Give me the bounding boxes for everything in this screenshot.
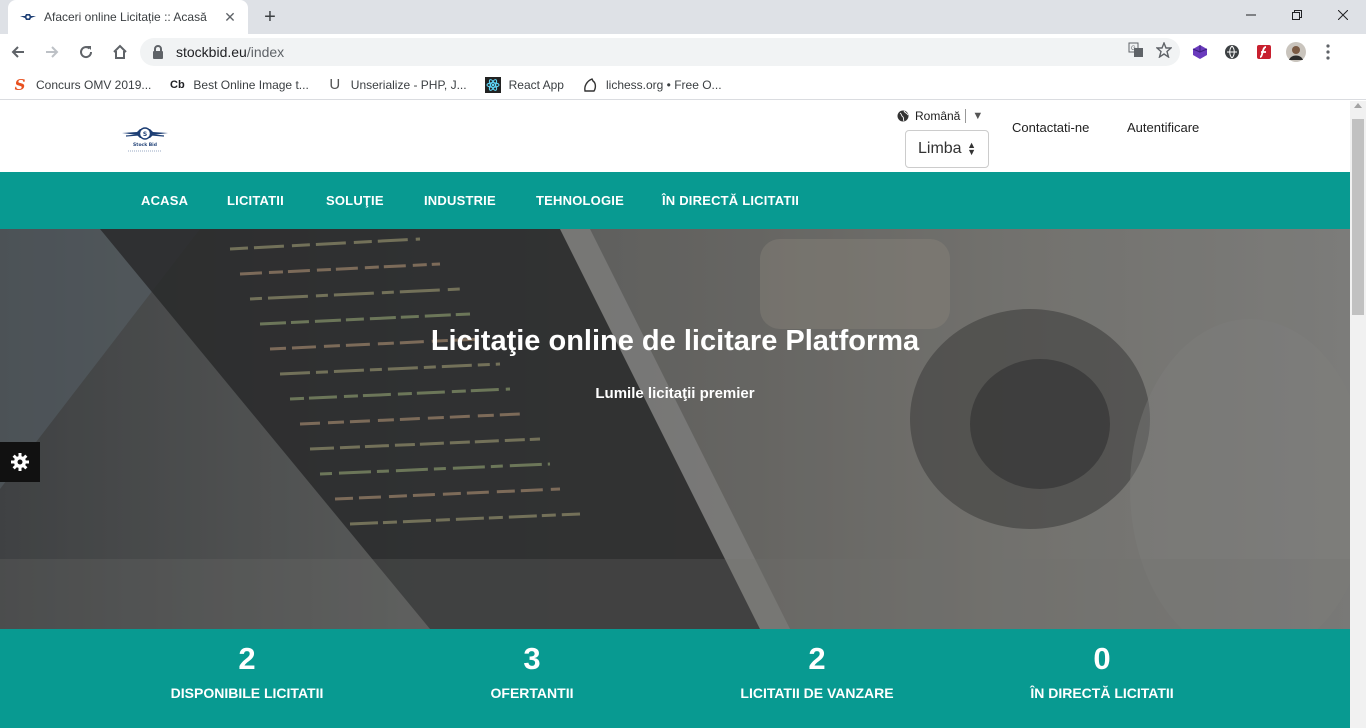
settings-panel-toggle[interactable] [0, 442, 40, 482]
stat-sale-auctions: 2 LICITATII DE VANZARE [677, 641, 957, 701]
globe-extension-icon[interactable] [1222, 42, 1242, 62]
home-button[interactable] [104, 36, 136, 68]
lichess-knight-icon [582, 77, 598, 93]
close-tab-icon[interactable]: ✕ [222, 9, 238, 25]
react-icon [484, 76, 501, 93]
scrollbar-thumb[interactable] [1352, 119, 1364, 315]
extensions-area [1190, 38, 1338, 66]
contact-link[interactable]: Contactati-ne [1012, 120, 1089, 135]
svg-text:G: G [1131, 46, 1136, 52]
hero-subtitle: Lumile licitaţii premier [595, 385, 755, 402]
stat-value: 3 [523, 641, 541, 676]
url-text: stockbid.eu/index [176, 44, 285, 60]
bookmark-item[interactable]: React App [484, 76, 564, 93]
hero-banner: Licitaţie online de licitare Platforma L… [0, 229, 1350, 629]
stat-label: DISPONIBILE LICITATII [170, 685, 324, 701]
hero-title: Licitaţie online de licitare Platforma [430, 325, 920, 357]
menu-kebab-icon[interactable] [1318, 42, 1338, 62]
new-tab-button[interactable]: + [258, 5, 282, 29]
browser-tab[interactable]: Afaceri online Licitație :: Acasă ✕ [8, 0, 248, 34]
nav-licitatii[interactable]: LICITATII [227, 193, 284, 208]
stat-label: LICITATII DE VANZARE [740, 685, 894, 701]
bookmark-item[interactable]: U Unserialize - PHP, J... [327, 76, 466, 93]
select-arrows-icon: ▲ ▼ [967, 140, 976, 157]
nav-live-auctions[interactable]: ÎN DIRECTĂ LICITATII [662, 193, 799, 208]
browser-toolbar: stockbid.eu/index G [0, 34, 1366, 70]
translate-icon[interactable]: G [1128, 42, 1144, 63]
reload-button[interactable] [70, 36, 102, 68]
web-page: S Stock Bid Română ▼ Limba ▲ ▼ Contactati… [0, 101, 1350, 728]
nav-industrie[interactable]: INDUSTRIE [424, 193, 496, 208]
forward-button[interactable] [36, 36, 68, 68]
profile-avatar-icon[interactable] [1286, 42, 1306, 62]
stat-value: 2 [238, 641, 256, 676]
language-divider [965, 109, 967, 123]
page-scrollbar[interactable] [1350, 101, 1366, 728]
svg-text:S: S [143, 131, 147, 138]
window-controls [1228, 0, 1366, 30]
stat-label: OFERTANTII [490, 685, 574, 701]
cube-extension-icon[interactable] [1190, 42, 1210, 62]
restore-button[interactable] [1274, 0, 1320, 30]
gear-icon [11, 453, 29, 471]
svg-text:Stock Bid: Stock Bid [133, 142, 157, 148]
bookmark-item[interactable]: lichess.org • Free O... [582, 77, 722, 93]
stat-available-auctions: 2 DISPONIBILE LICITATII [107, 641, 387, 701]
stat-label: ÎN DIRECTĂ LICITATII [1030, 685, 1174, 701]
nav-acasa[interactable]: ACASA [141, 193, 188, 208]
stockbid-logo[interactable]: S Stock Bid [120, 121, 170, 155]
scroll-up-arrow-icon[interactable] [1354, 103, 1362, 108]
back-button[interactable] [2, 36, 34, 68]
minimize-button[interactable] [1228, 0, 1274, 30]
stat-value: 2 [808, 641, 826, 676]
omv-s-icon: S [14, 75, 26, 94]
stat-value: 0 [1093, 641, 1111, 676]
statistics-bar: 2 DISPONIBILE LICITATII 3 OFERTANTII 2 L… [0, 629, 1350, 728]
site-header: S Stock Bid Română ▼ Limba ▲ ▼ Contactati… [0, 101, 1350, 172]
bookmark-item[interactable]: Cb Best Online Image t... [169, 77, 309, 93]
bookmark-star-icon[interactable] [1155, 41, 1173, 63]
caret-down-icon[interactable]: ▼ [972, 110, 983, 122]
lock-icon[interactable] [152, 45, 166, 59]
globe-icon [897, 110, 909, 122]
flash-extension-icon[interactable] [1254, 42, 1274, 62]
site-favicon-icon [20, 9, 36, 25]
bookmark-item[interactable]: S Concurs OMV 2019... [12, 75, 152, 94]
nav-solutie[interactable]: SOLUŢIE [326, 193, 384, 208]
nav-tehnologie[interactable]: TEHNOLOGIE [536, 193, 624, 208]
main-navigation: ACASA LICITATII SOLUŢIE INDUSTRIE TEHNOL… [0, 172, 1350, 229]
tab-title: Afaceri online Licitație :: Acasă [44, 10, 207, 24]
stat-live-auctions: 0 ÎN DIRECTĂ LICITATII [962, 641, 1242, 701]
language-select[interactable]: Limba ▲ ▼ [905, 130, 989, 168]
address-bar[interactable]: stockbid.eu/index G [140, 38, 1180, 66]
current-language: Română [915, 109, 961, 123]
stat-bidders: 3 OFERTANTII [392, 641, 672, 701]
close-window-button[interactable] [1320, 0, 1366, 30]
cb-icon: Cb [170, 78, 185, 91]
unserialize-u-icon: U [329, 76, 341, 93]
hero-overlay [0, 229, 1350, 629]
tab-strip: Afaceri online Licitație :: Acasă ✕ + [0, 0, 1366, 34]
login-link[interactable]: Autentificare [1127, 120, 1199, 135]
bookmarks-bar: S Concurs OMV 2019... Cb Best Online Ima… [0, 70, 1366, 100]
language-switcher[interactable]: Română ▼ [897, 109, 983, 123]
